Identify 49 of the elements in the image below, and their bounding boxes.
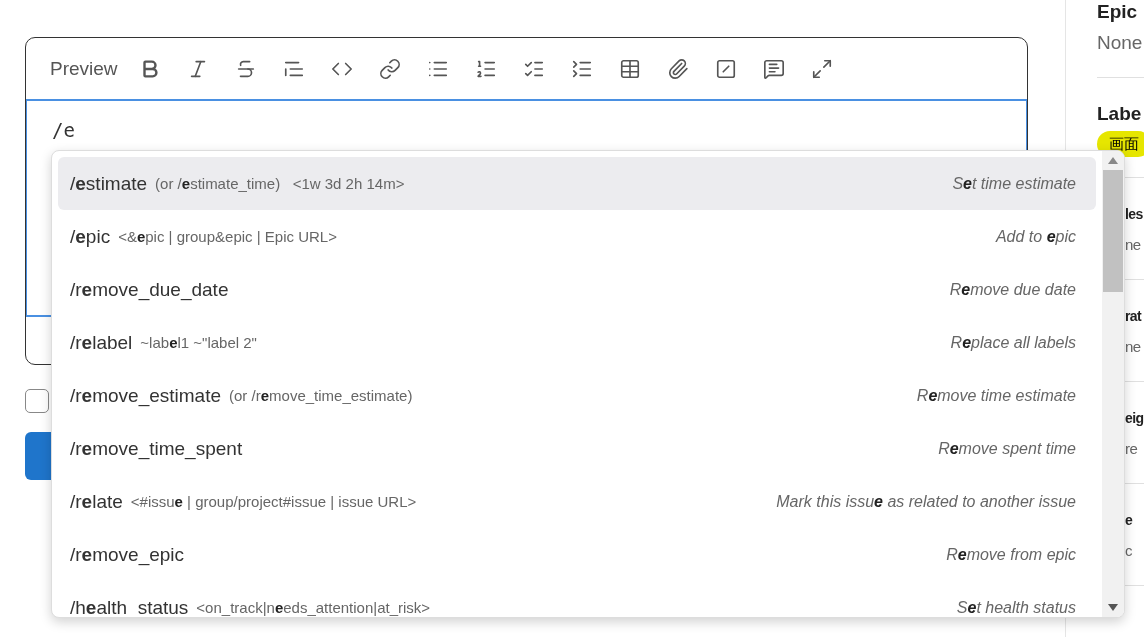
sidebar-value: ne [1125, 235, 1142, 255]
command-description: Remove time estimate [916, 386, 1076, 405]
command-params: <#issue | group/project#issue | issue URL> [130, 493, 417, 510]
sidebar-heading: Labe [1097, 102, 1143, 126]
command-option[interactable]: /remove_estimate (or /remove_time_estimate) Remove time estimate [58, 369, 1096, 422]
command-name: /remove_epic [70, 543, 185, 566]
sidebar-heading: Epic [1097, 0, 1139, 24]
command-description: Set time estimate [952, 174, 1076, 193]
command-name: /remove_due_date [70, 278, 229, 301]
command-params: <on_track|needs_attention|at_risk> [196, 599, 431, 616]
command-name: /health_status [70, 596, 189, 617]
command-name: /relabel [70, 331, 133, 354]
command-option[interactable]: /health_status <on_track|needs_attention|at_risk> Set health status [58, 581, 1096, 617]
sidebar-value: None [1097, 31, 1144, 55]
command-option[interactable]: /remove_time_spent Remove spent time [58, 422, 1096, 475]
command-description: Remove due date [949, 280, 1076, 299]
sidebar-heading: rat [1125, 307, 1143, 326]
command-option[interactable]: /relate <#issue | group/project#issue | issue URL> Mark this issue as related to another issue [58, 475, 1096, 528]
scroll-down-icon[interactable] [1108, 604, 1118, 611]
preview-tab[interactable]: Preview [50, 57, 118, 80]
command-description: Set health status [956, 598, 1076, 617]
command-option[interactable]: /epic <&epic | group&epic | Epic URL> Add to epic [58, 210, 1096, 263]
scrollbar[interactable] [1102, 151, 1124, 617]
command-option[interactable]: /estimate (or /estimate_time) <1w 3d 2h 14m> Set time estimate [58, 157, 1096, 210]
command-description: Mark this issue as related to another issue [776, 492, 1076, 511]
command-params: (or /remove_time_estimate) [229, 387, 413, 404]
command-name: /relate [70, 490, 123, 513]
sidebar-value: re [1125, 439, 1139, 459]
command-params: <&epic | group&epic | Epic URL> [118, 228, 337, 245]
command-option[interactable]: /remove_due_date Remove due date [58, 263, 1096, 316]
command-params: ~label1 ~"label 2" [140, 334, 257, 351]
checkbox[interactable] [25, 389, 49, 413]
command-option[interactable]: /remove_epic Remove from epic [58, 528, 1096, 581]
command-description: Replace all labels [950, 333, 1076, 352]
sidebar-heading: e [1125, 511, 1134, 530]
command-name: /remove_estimate [70, 384, 222, 407]
command-description: Remove from epic [946, 545, 1076, 564]
sidebar-heading: les [1125, 205, 1144, 224]
command-name: /epic [70, 225, 111, 248]
command-params: (or /estimate_time) <1w 3d 2h 14m> [155, 175, 405, 192]
sidebar-value: ne [1125, 337, 1142, 357]
command-description: Remove spent time [938, 439, 1076, 458]
sidebar-value: c [1125, 541, 1133, 561]
command-name: /estimate [70, 172, 148, 195]
command-description: Add to epic [995, 227, 1076, 246]
command-name: /remove_time_spent [70, 437, 243, 460]
sidebar-heading: eig [1125, 409, 1144, 428]
scrollbar-thumb[interactable] [1103, 170, 1123, 292]
command-option[interactable]: /relabel ~label1 ~"label 2" Replace all labels [58, 316, 1096, 369]
